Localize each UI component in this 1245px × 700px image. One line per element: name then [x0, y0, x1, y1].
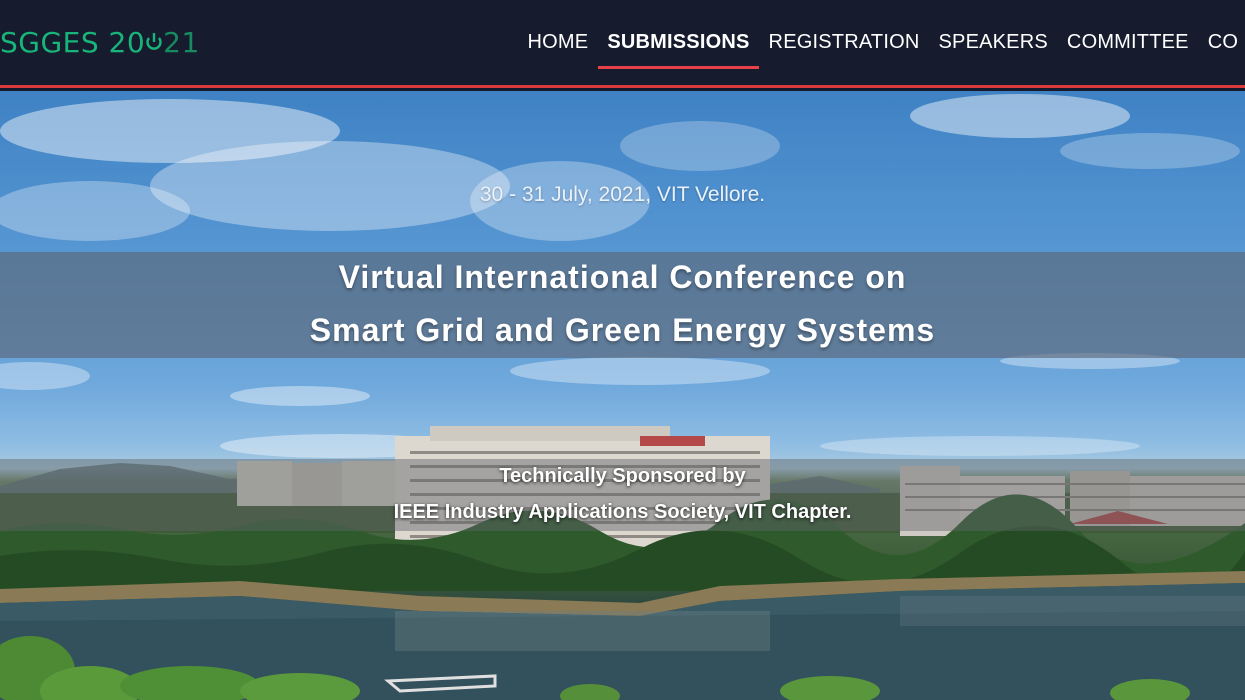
nav-item-home[interactable]: HOME [518, 0, 598, 85]
nav-item-submissions[interactable]: SUBMISSIONS [597, 0, 760, 85]
site-logo[interactable]: SGGES 20 21 [0, 22, 200, 62]
nav-item-contact-truncated[interactable]: CO [1198, 0, 1245, 85]
nav-label: COMMITTEE [1066, 31, 1189, 53]
sponsor-heading: Technically Sponsored by [499, 465, 746, 487]
sponsor-name: IEEE Industry Applications Society, VIT … [393, 501, 852, 523]
main-nav: HOME SUBMISSIONS REGISTRATION SPEAKERS C… [518, 0, 1245, 85]
power-icon [146, 31, 162, 53]
nav-label: SPEAKERS [938, 31, 1048, 53]
logo-text-suffix: 21 [163, 25, 200, 59]
nav-label: HOME [527, 31, 589, 53]
conference-title-line-1: Virtual International Conference on [338, 259, 907, 295]
nav-item-registration[interactable]: REGISTRATION [759, 0, 929, 85]
top-navbar: SGGES 20 21 HOME SUBMISSIONS REGISTRATION… [0, 0, 1245, 88]
nav-item-speakers[interactable]: SPEAKERS [929, 0, 1057, 85]
nav-label: REGISTRATION [768, 31, 920, 53]
conference-title-line-2: Smart Grid and Green Energy Systems [309, 312, 936, 348]
nav-label: CO [1207, 31, 1239, 53]
logo-text-prefix: SGGES 20 [0, 25, 146, 59]
nav-label: SUBMISSIONS [607, 31, 750, 53]
active-underline [597, 66, 760, 69]
nav-item-committee[interactable]: COMMITTEE [1057, 0, 1198, 85]
conference-date-location: 30 - 31 July, 2021, VIT Vellore. [479, 183, 766, 206]
hero-banner: 30 - 31 July, 2021, VIT Vellore. Virtual… [0, 91, 1245, 700]
